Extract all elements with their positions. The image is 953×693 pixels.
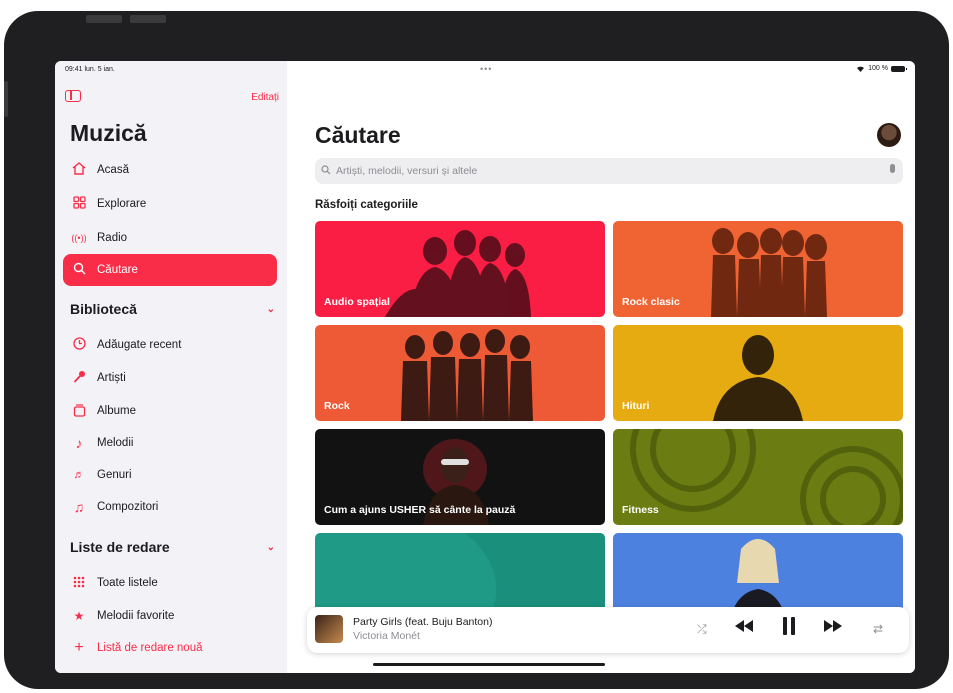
- tile-artwork: [401, 329, 533, 421]
- search-input[interactable]: Artiști, melodii, versuri și altele: [315, 158, 903, 184]
- sidebar-item-label: Melodii favorite: [97, 610, 175, 622]
- sidebar-item-albums[interactable]: Albume: [63, 395, 277, 427]
- sidebar-item-composers[interactable]: ♫ Compozitori: [63, 491, 277, 523]
- sidebar-item-browse[interactable]: Explorare: [63, 188, 277, 220]
- status-time: 09:41 lun. 5 ian.: [65, 66, 115, 73]
- microphone-icon[interactable]: [890, 164, 895, 173]
- screen: 09:41 lun. 5 ian. ••• 100 % Editați Muzi…: [55, 61, 915, 673]
- wifi-icon: [857, 66, 865, 72]
- new-playlist-button[interactable]: + Listă de redare nouă: [63, 632, 277, 664]
- sidebar-item-all-playlists[interactable]: Toate listele: [63, 567, 277, 599]
- category-label: Hituri: [622, 400, 650, 412]
- pause-icon[interactable]: [783, 617, 795, 639]
- category-tile-fitness[interactable]: Fitness: [613, 429, 903, 525]
- microphone-icon: [69, 370, 89, 386]
- sidebar-item-recently-added[interactable]: Adăugate recent: [63, 329, 277, 361]
- repeat-icon[interactable]: ⇄: [873, 622, 883, 636]
- chevron-down-icon[interactable]: ⌄: [267, 542, 275, 553]
- sidebar: Editați Muzică Acasă Explorare ((•)) Rad…: [55, 61, 287, 673]
- sidebar-item-label: Radio: [97, 232, 128, 244]
- search-placeholder: Artiști, melodii, versuri și altele: [336, 165, 478, 177]
- clock-icon: [69, 337, 89, 353]
- home-indicator[interactable]: [373, 663, 605, 666]
- search-icon: [69, 262, 89, 278]
- battery-percent: 100 %: [868, 65, 888, 72]
- app-title: Muzică: [70, 120, 147, 146]
- status-right: 100 %: [856, 65, 907, 72]
- sidebar-item-label: Compozitori: [97, 501, 159, 513]
- genres-icon: ♬: [73, 469, 85, 481]
- sidebar-item-favourite-songs[interactable]: ★ Melodii favorite: [63, 600, 277, 632]
- category-tile-classic-rock[interactable]: Rock clasic: [613, 221, 903, 317]
- search-icon: [321, 164, 331, 178]
- category-tile-spatial-audio[interactable]: Audio spațial: [315, 221, 605, 317]
- sidebar-item-label: Acasă: [97, 164, 129, 176]
- sidebar-item-label: Genuri: [97, 469, 132, 481]
- sidebar-toggle-icon[interactable]: [65, 90, 81, 102]
- next-icon[interactable]: [824, 619, 842, 636]
- sidebar-item-label: Artiști: [97, 372, 126, 384]
- playlists-header[interactable]: Liste de redare ⌄: [70, 539, 275, 555]
- playlists-grid-icon: [69, 575, 89, 591]
- browse-categories-heading: Răsfoiți categoriile: [315, 199, 418, 211]
- sidebar-item-search[interactable]: Căutare: [63, 254, 277, 286]
- previous-icon[interactable]: [735, 619, 753, 636]
- sidebar-item-label: Căutare: [97, 264, 138, 276]
- album-artwork[interactable]: [315, 615, 343, 643]
- multitasking-dots[interactable]: •••: [480, 64, 492, 74]
- sidebar-item-label: Toate listele: [97, 577, 158, 589]
- sidebar-item-label: Listă de redare nouă: [97, 642, 203, 654]
- grid-icon: [69, 196, 89, 212]
- plus-icon: +: [74, 639, 84, 656]
- library-header[interactable]: Bibliotecă ⌄: [70, 301, 275, 317]
- battery-icon: [891, 65, 907, 72]
- category-label: Audio spațial: [324, 296, 390, 308]
- category-label: Rock: [324, 400, 350, 412]
- shuffle-icon[interactable]: ⤮: [697, 622, 707, 637]
- composer-icon: ♫: [73, 499, 85, 515]
- radio-icon: ((•)): [71, 233, 87, 243]
- category-tile-usher[interactable]: Cum a ajuns USHER să cânte la pauză: [315, 429, 605, 525]
- sidebar-item-genres[interactable]: ♬ Genuri: [63, 459, 277, 491]
- album-icon: [69, 403, 89, 420]
- edit-button[interactable]: Editați: [251, 92, 279, 103]
- now-playing-artist: Victoria Monét: [353, 630, 420, 642]
- sidebar-item-radio[interactable]: ((•)) Radio: [63, 222, 277, 254]
- category-label: Cum a ajuns USHER să cânte la pauză: [324, 504, 516, 516]
- top-button: [4, 81, 8, 117]
- library-title: Bibliotecă: [70, 301, 137, 317]
- sidebar-item-label: Adăugate recent: [97, 339, 182, 351]
- main-content: Căutare Artiști, melodii, versuri și alt…: [287, 61, 915, 673]
- category-tile-hits[interactable]: Hituri: [613, 325, 903, 421]
- home-icon: [69, 162, 89, 178]
- status-bar: 09:41 lun. 5 ian. ••• 100 %: [55, 61, 915, 79]
- sidebar-item-label: Explorare: [97, 198, 147, 210]
- sidebar-item-label: Albume: [97, 405, 136, 417]
- category-label: Rock clasic: [622, 296, 680, 308]
- star-icon: ★: [73, 609, 85, 623]
- sidebar-item-songs[interactable]: ♪ Melodii: [63, 427, 277, 459]
- note-icon: ♪: [75, 435, 83, 451]
- now-playing-title: Party Girls (feat. Buju Banton): [353, 616, 493, 628]
- avatar[interactable]: [877, 123, 901, 147]
- volume-down-button: [130, 15, 166, 23]
- sidebar-item-artists[interactable]: Artiști: [63, 362, 277, 394]
- sidebar-item-home[interactable]: Acasă: [63, 154, 277, 186]
- sidebar-item-label: Melodii: [97, 437, 134, 449]
- playlists-title: Liste de redare: [70, 539, 170, 555]
- now-playing-bar[interactable]: Party Girls (feat. Buju Banton) Victoria…: [307, 607, 909, 653]
- chevron-down-icon[interactable]: ⌄: [267, 304, 275, 315]
- category-label: Fitness: [622, 504, 659, 516]
- ipad-frame: 09:41 lun. 5 ian. ••• 100 % Editați Muzi…: [4, 11, 949, 689]
- page-title: Căutare: [315, 122, 401, 148]
- volume-up-button: [86, 15, 122, 23]
- tile-artwork: [713, 335, 803, 421]
- category-tile-rock[interactable]: Rock: [315, 325, 605, 421]
